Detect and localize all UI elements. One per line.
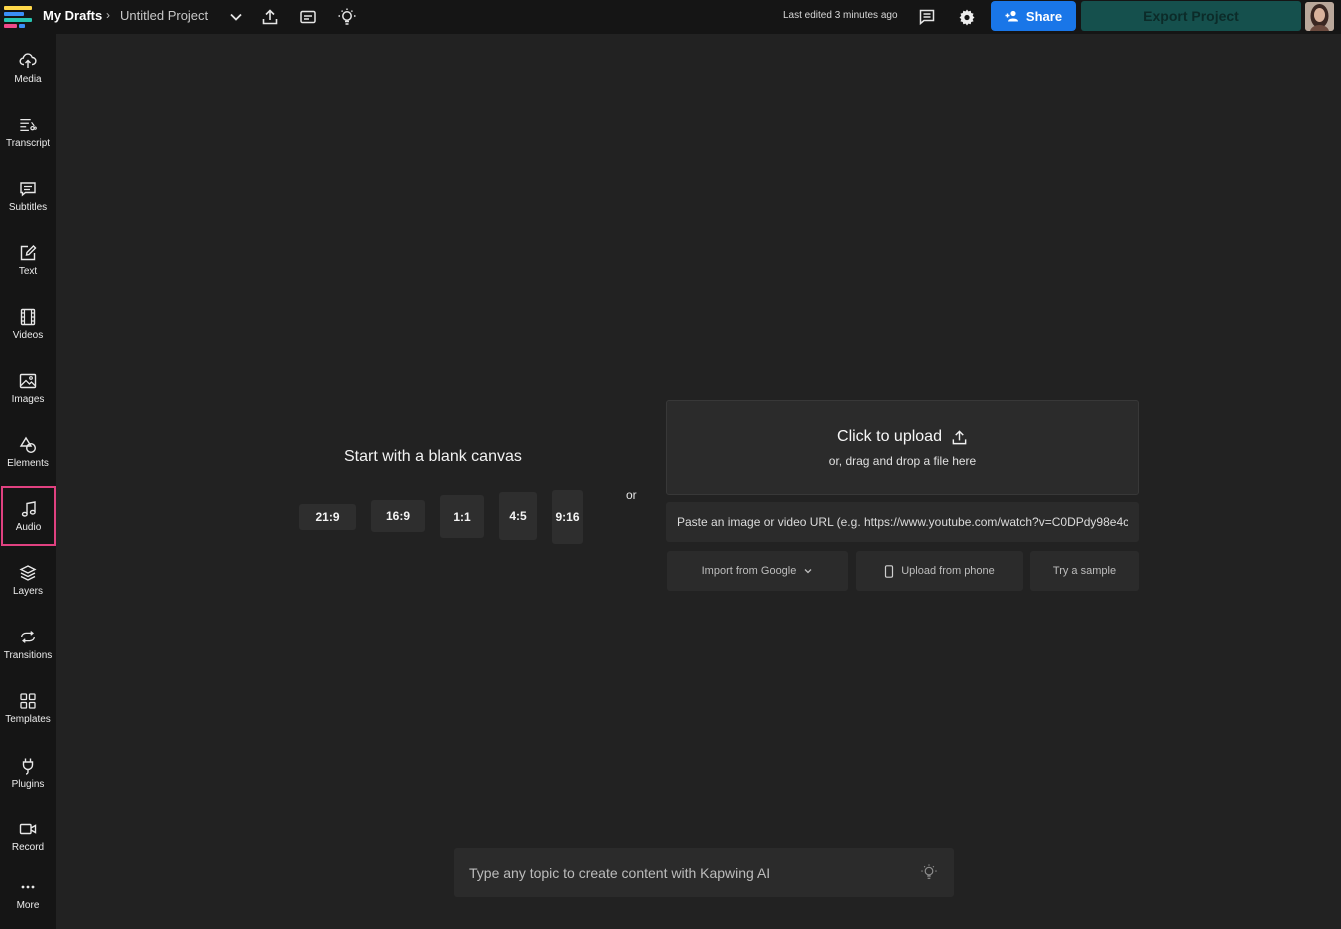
sidebar-item-media[interactable]: Media [0,38,56,98]
camera-icon [19,823,37,834]
sidebar-item-layers[interactable]: Layers [0,550,56,610]
ratio-21-9-button[interactable]: 21:9 [299,504,356,530]
subtitles-icon [20,181,36,196]
sidebar-item-text[interactable]: Text [0,230,56,290]
sidebar-item-record[interactable]: Record [0,806,56,866]
sidebar-item-label: Transcript [5,137,51,149]
sidebar-item-label: Layers [12,585,43,597]
sidebar-item-plugins[interactable]: Plugins [0,743,56,803]
film-icon [20,308,36,325]
export-project-button[interactable]: Export Project [1081,1,1301,31]
ratio-label: 21:9 [315,510,340,524]
shapes-icon [19,436,37,453]
music-note-icon [21,500,36,517]
edit-text-icon [20,244,37,260]
ai-prompt-input[interactable] [454,848,914,897]
sidebar-item-label: Images [11,393,45,405]
transcript-icon [20,118,37,131]
upload-icon [952,429,967,444]
sidebar-item-label: Plugins [11,778,45,790]
breadcrumb-my-drafts[interactable]: My Drafts [43,8,102,23]
gear-icon[interactable] [955,5,979,29]
share-label: Share [1025,8,1063,24]
sidebar-item-label: Videos [12,329,44,341]
sidebar-item-label: Text [18,265,38,277]
add-user-icon [1005,10,1018,22]
sidebar-item-label: Transitions [3,649,53,661]
ratio-16-9-button[interactable]: 16:9 [371,500,425,532]
sidebar-item-label: Media [14,73,42,85]
export-label: Export Project [1143,8,1239,24]
ratio-label: 4:5 [509,509,527,523]
left-sidebar: Media Transcript Subtitles Text Videos I… [0,34,56,929]
import-from-google-button[interactable]: Import from Google [667,551,848,591]
avatar[interactable] [1305,2,1334,31]
sidebar-item-images[interactable]: Images [0,358,56,418]
upload-title-text: Click to upload [837,428,942,445]
upload-cloud-icon [19,52,37,68]
subtitles-icon[interactable] [296,5,320,29]
sidebar-item-videos[interactable]: Videos [0,294,56,354]
ratio-label: 9:16 [555,510,580,524]
chevron-down-icon[interactable] [224,5,248,29]
try-sample-label: Try a sample [1052,565,1117,577]
last-edited-status: Last edited 3 minutes ago [783,10,898,21]
logo-icon[interactable] [4,6,32,28]
or-separator: or [626,488,637,502]
comment-icon[interactable] [915,5,939,29]
share-button[interactable]: Share [991,1,1076,31]
sidebar-item-label: Elements [7,457,49,469]
chevron-down-icon [804,569,812,574]
layers-icon [19,564,37,581]
import-google-label: Import from Google [701,565,797,577]
sidebar-item-label: Audio [15,521,42,533]
upload-title: Click to upload [667,428,1138,446]
sidebar-item-label: More [16,899,40,911]
try-sample-button[interactable]: Try a sample [1030,551,1139,591]
lightbulb-icon[interactable] [920,863,938,881]
upload-from-phone-button[interactable]: Upload from phone [856,551,1023,591]
grid-icon [20,692,36,709]
sidebar-item-transitions[interactable]: Transitions [0,614,56,674]
project-name[interactable]: Untitled Project [120,8,208,23]
upload-dropzone[interactable]: Click to upload or, drag and drop a file… [666,400,1139,495]
breadcrumb-separator: › [106,8,110,22]
lightbulb-icon[interactable] [335,5,359,29]
top-bar: My Drafts › Untitled Project Last edited… [0,0,1341,34]
sidebar-item-label: Record [11,841,45,853]
ratio-label: 1:1 [453,509,471,524]
media-url-input[interactable] [666,502,1139,542]
upload-icon[interactable] [258,5,282,29]
sidebar-item-subtitles[interactable]: Subtitles [0,166,56,226]
phone-icon [885,564,894,578]
plug-icon [22,758,34,775]
sidebar-item-elements[interactable]: Elements [0,422,56,482]
image-icon [19,373,37,388]
ratio-1-1-button[interactable]: 1:1 [440,495,484,538]
sidebar-item-more[interactable]: More [0,864,56,924]
more-dots-icon [21,885,35,888]
sidebar-item-templates[interactable]: Templates [0,678,56,738]
blank-canvas-title: Start with a blank canvas [344,448,522,465]
sidebar-item-audio[interactable]: Audio [1,486,56,546]
sidebar-item-transcript[interactable]: Transcript [0,102,56,162]
sidebar-item-label: Templates [5,713,51,725]
ratio-4-5-button[interactable]: 4:5 [499,492,537,540]
upload-subtitle: or, drag and drop a file here [828,454,977,468]
ai-prompt-bar [454,848,954,897]
ratio-9-16-button[interactable]: 9:16 [552,490,583,544]
ratio-label: 16:9 [385,509,411,523]
loop-icon [21,630,35,643]
sidebar-item-label: Subtitles [8,201,48,213]
upload-phone-label: Upload from phone [901,565,995,577]
